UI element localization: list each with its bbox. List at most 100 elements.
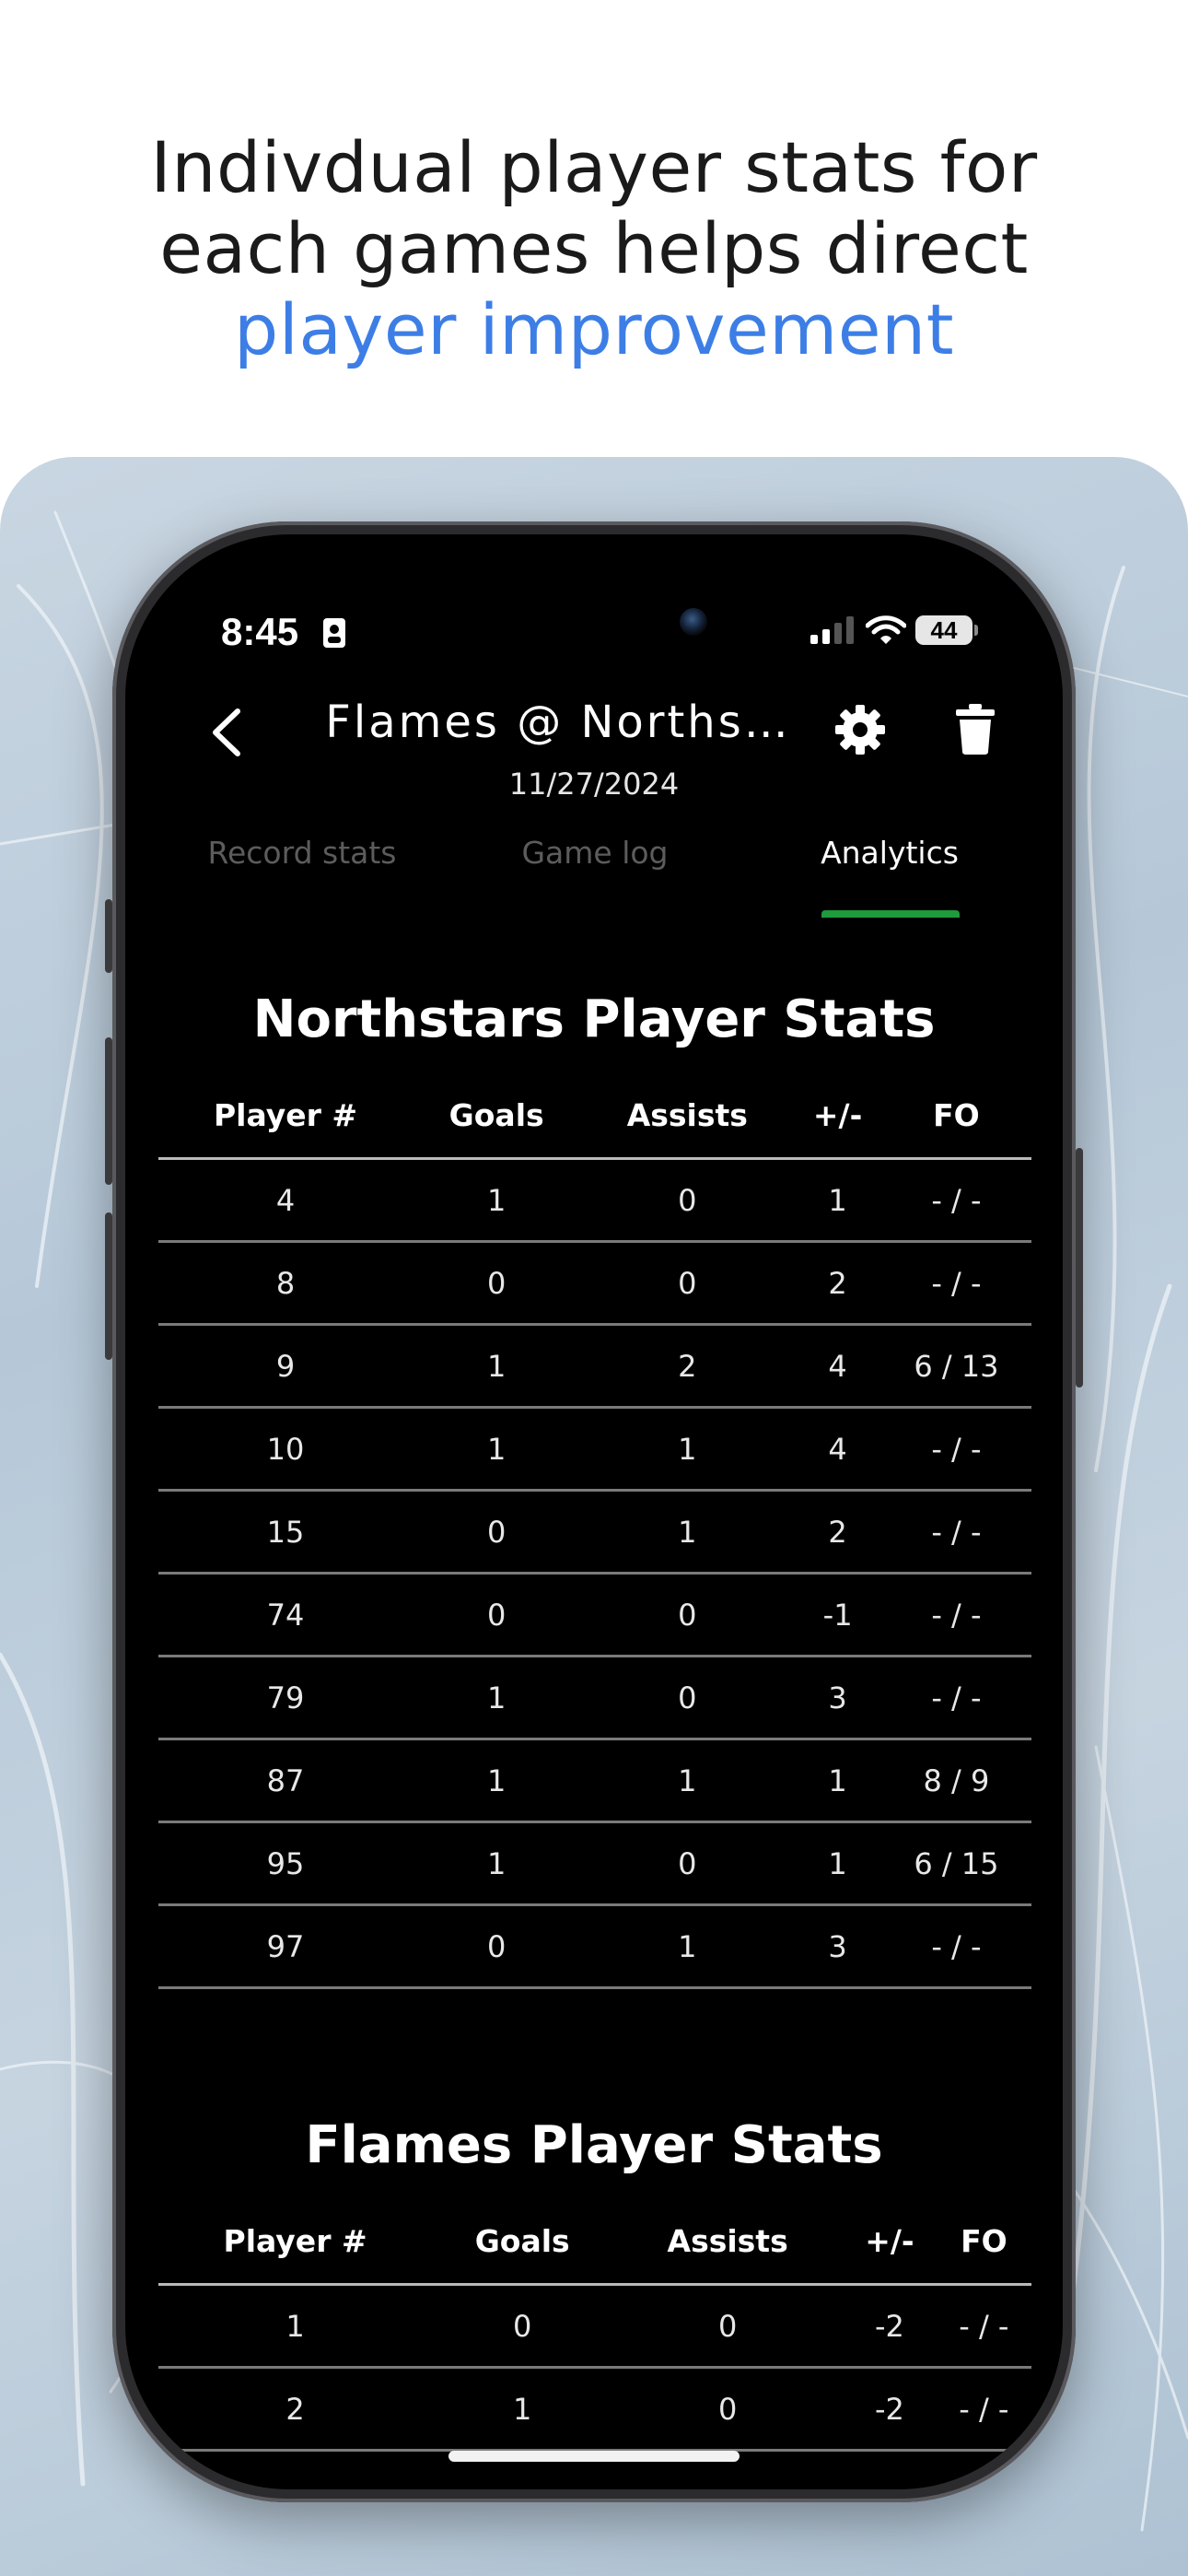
table-cell: - / -	[880, 1490, 1031, 1575]
northstars-stats-table: Player # Goals Assists +/- FO 4101- / -8002-…	[158, 1072, 1031, 1989]
table-cell: 0	[413, 1904, 581, 1989]
power-button	[1076, 1148, 1083, 1388]
table-row: 95 1 0 1 6 / 15	[158, 1821, 1031, 1906]
table-cell: 1	[580, 1490, 795, 1575]
column-header: Assists	[580, 1072, 795, 1160]
table-cell: 0	[580, 1158, 795, 1243]
home-indicator[interactable]	[448, 2451, 740, 2462]
table-row: 4101- / -	[158, 1158, 1031, 1243]
table-cell: - / -	[936, 2367, 1031, 2452]
table-cell: 1	[432, 2367, 613, 2452]
volume-up-button	[105, 1037, 112, 1185]
column-header: +/-	[843, 2198, 937, 2286]
table-header-row: Player # Goals Assists +/- FO	[158, 1072, 1031, 1160]
dynamic-island	[429, 562, 761, 654]
table-cell: 8 / 9	[880, 1739, 1031, 1823]
marketing-headline: Indivdual player stats for each games he…	[0, 127, 1188, 370]
table-cell: - / -	[880, 1573, 1031, 1657]
camera-lens	[680, 608, 707, 636]
table-cell: 0	[612, 2284, 844, 2369]
table-row: 2 1 0 -2- / -	[158, 2367, 1031, 2452]
status-time: 8:45	[221, 610, 299, 653]
tab-analytics[interactable]: Analytics	[751, 835, 1028, 871]
table-cell: 1	[413, 1739, 581, 1823]
northstars-stats-title: Northstars Player Stats	[252, 989, 936, 1049]
column-header: +/-	[794, 1072, 881, 1160]
column-header: Goals	[413, 1072, 581, 1160]
active-tab-indicator	[821, 910, 960, 918]
table-cell: -2	[843, 2367, 937, 2452]
id-card-icon	[323, 618, 345, 648]
back-chevron-icon[interactable]	[199, 700, 254, 765]
phone-frame: 8:45 44 Flames @ Norths… 11/27/2024 Reco…	[105, 521, 1083, 2502]
gear-icon[interactable]	[834, 704, 886, 755]
table-cell: 1	[413, 1821, 581, 1906]
phone-screen: 8:45 44 Flames @ Norths… 11/27/2024 Reco…	[125, 534, 1063, 2489]
table-cell: 0	[580, 1821, 795, 1906]
table-row: 15 0 1 2- / -	[158, 1490, 1031, 1575]
column-header: Player #	[158, 1072, 413, 1160]
table-cell: 1	[794, 1739, 881, 1823]
table-row: 79 1 0 3- / -	[158, 1656, 1031, 1740]
tab-game-log[interactable]: Game log	[457, 835, 733, 871]
table-row: 97 0 1 3- / -	[158, 1904, 1031, 1989]
table-cell: 4	[794, 1324, 881, 1409]
table-cell: 1	[794, 1821, 881, 1906]
table-cell: 4	[794, 1407, 881, 1492]
game-date: 11/27/2024	[508, 767, 680, 802]
volume-down-button	[105, 1212, 112, 1360]
table-cell: 0	[413, 1241, 581, 1326]
table-cell: 0	[580, 1241, 795, 1326]
table-header-row: Player # Goals Assists +/- FO	[158, 2198, 1031, 2286]
table-cell: 1	[580, 1904, 795, 1989]
column-header: Player #	[158, 2198, 433, 2286]
table-cell: 1	[580, 1739, 795, 1823]
table-row: 8002- / -	[158, 1241, 1031, 1326]
table-cell: 1	[413, 1324, 581, 1409]
table-cell: 79	[158, 1656, 413, 1740]
table-cell: 1	[413, 1407, 581, 1492]
table-row: 87 1 1 1 8 / 9	[158, 1739, 1031, 1823]
table-cell: 1	[794, 1158, 881, 1243]
table-cell: 87	[158, 1739, 413, 1823]
table-cell: 0	[580, 1573, 795, 1657]
column-header: Assists	[612, 2198, 844, 2286]
table-cell: -1	[794, 1573, 881, 1657]
status-indicators: 44	[810, 615, 978, 645]
table-cell: 0	[413, 1573, 581, 1657]
table-cell: 4	[158, 1158, 413, 1243]
table-cell: 1	[580, 1407, 795, 1492]
table-cell: 1	[413, 1656, 581, 1740]
table-cell: 1	[413, 1158, 581, 1243]
tab-record-stats[interactable]: Record stats	[164, 835, 440, 871]
signal-icon	[810, 616, 854, 644]
game-title: Flames @ Norths…	[325, 697, 791, 748]
flames-stats-title: Flames Player Stats	[305, 2115, 883, 2175]
table-row: 91246 / 13	[158, 1324, 1031, 1409]
table-cell: 0	[612, 2367, 844, 2452]
table-cell: 95	[158, 1821, 413, 1906]
flames-stats-table: Player # Goals Assists +/- FO 1 0 0 -2- / -210-…	[158, 2198, 1031, 2452]
table-cell: - / -	[880, 1904, 1031, 1989]
table-cell: 3	[794, 1904, 881, 1989]
trash-icon[interactable]	[954, 702, 996, 755]
table-cell: 0	[580, 1656, 795, 1740]
table-row: 74 0 0 -1- / -	[158, 1573, 1031, 1657]
table-cell: 97	[158, 1904, 413, 1989]
table-cell: 2	[158, 2367, 433, 2452]
wifi-icon	[866, 615, 906, 644]
table-cell: 10	[158, 1407, 413, 1492]
headline-line-1: Indivdual player stats for	[150, 126, 1038, 208]
table-row: 10 1 1 4- / -	[158, 1407, 1031, 1492]
table-row: 1 0 0 -2- / -	[158, 2284, 1031, 2369]
column-header: FO	[880, 1072, 1031, 1160]
table-cell: - / -	[880, 1158, 1031, 1243]
table-cell: 8	[158, 1241, 413, 1326]
table-cell: 6 / 13	[880, 1324, 1031, 1409]
column-header: Goals	[432, 2198, 613, 2286]
table-cell: 6 / 15	[880, 1821, 1031, 1906]
battery-indicator: 44	[915, 615, 978, 645]
table-cell: 9	[158, 1324, 413, 1409]
headline-accent: player improvement	[233, 288, 955, 370]
table-cell: 74	[158, 1573, 413, 1657]
